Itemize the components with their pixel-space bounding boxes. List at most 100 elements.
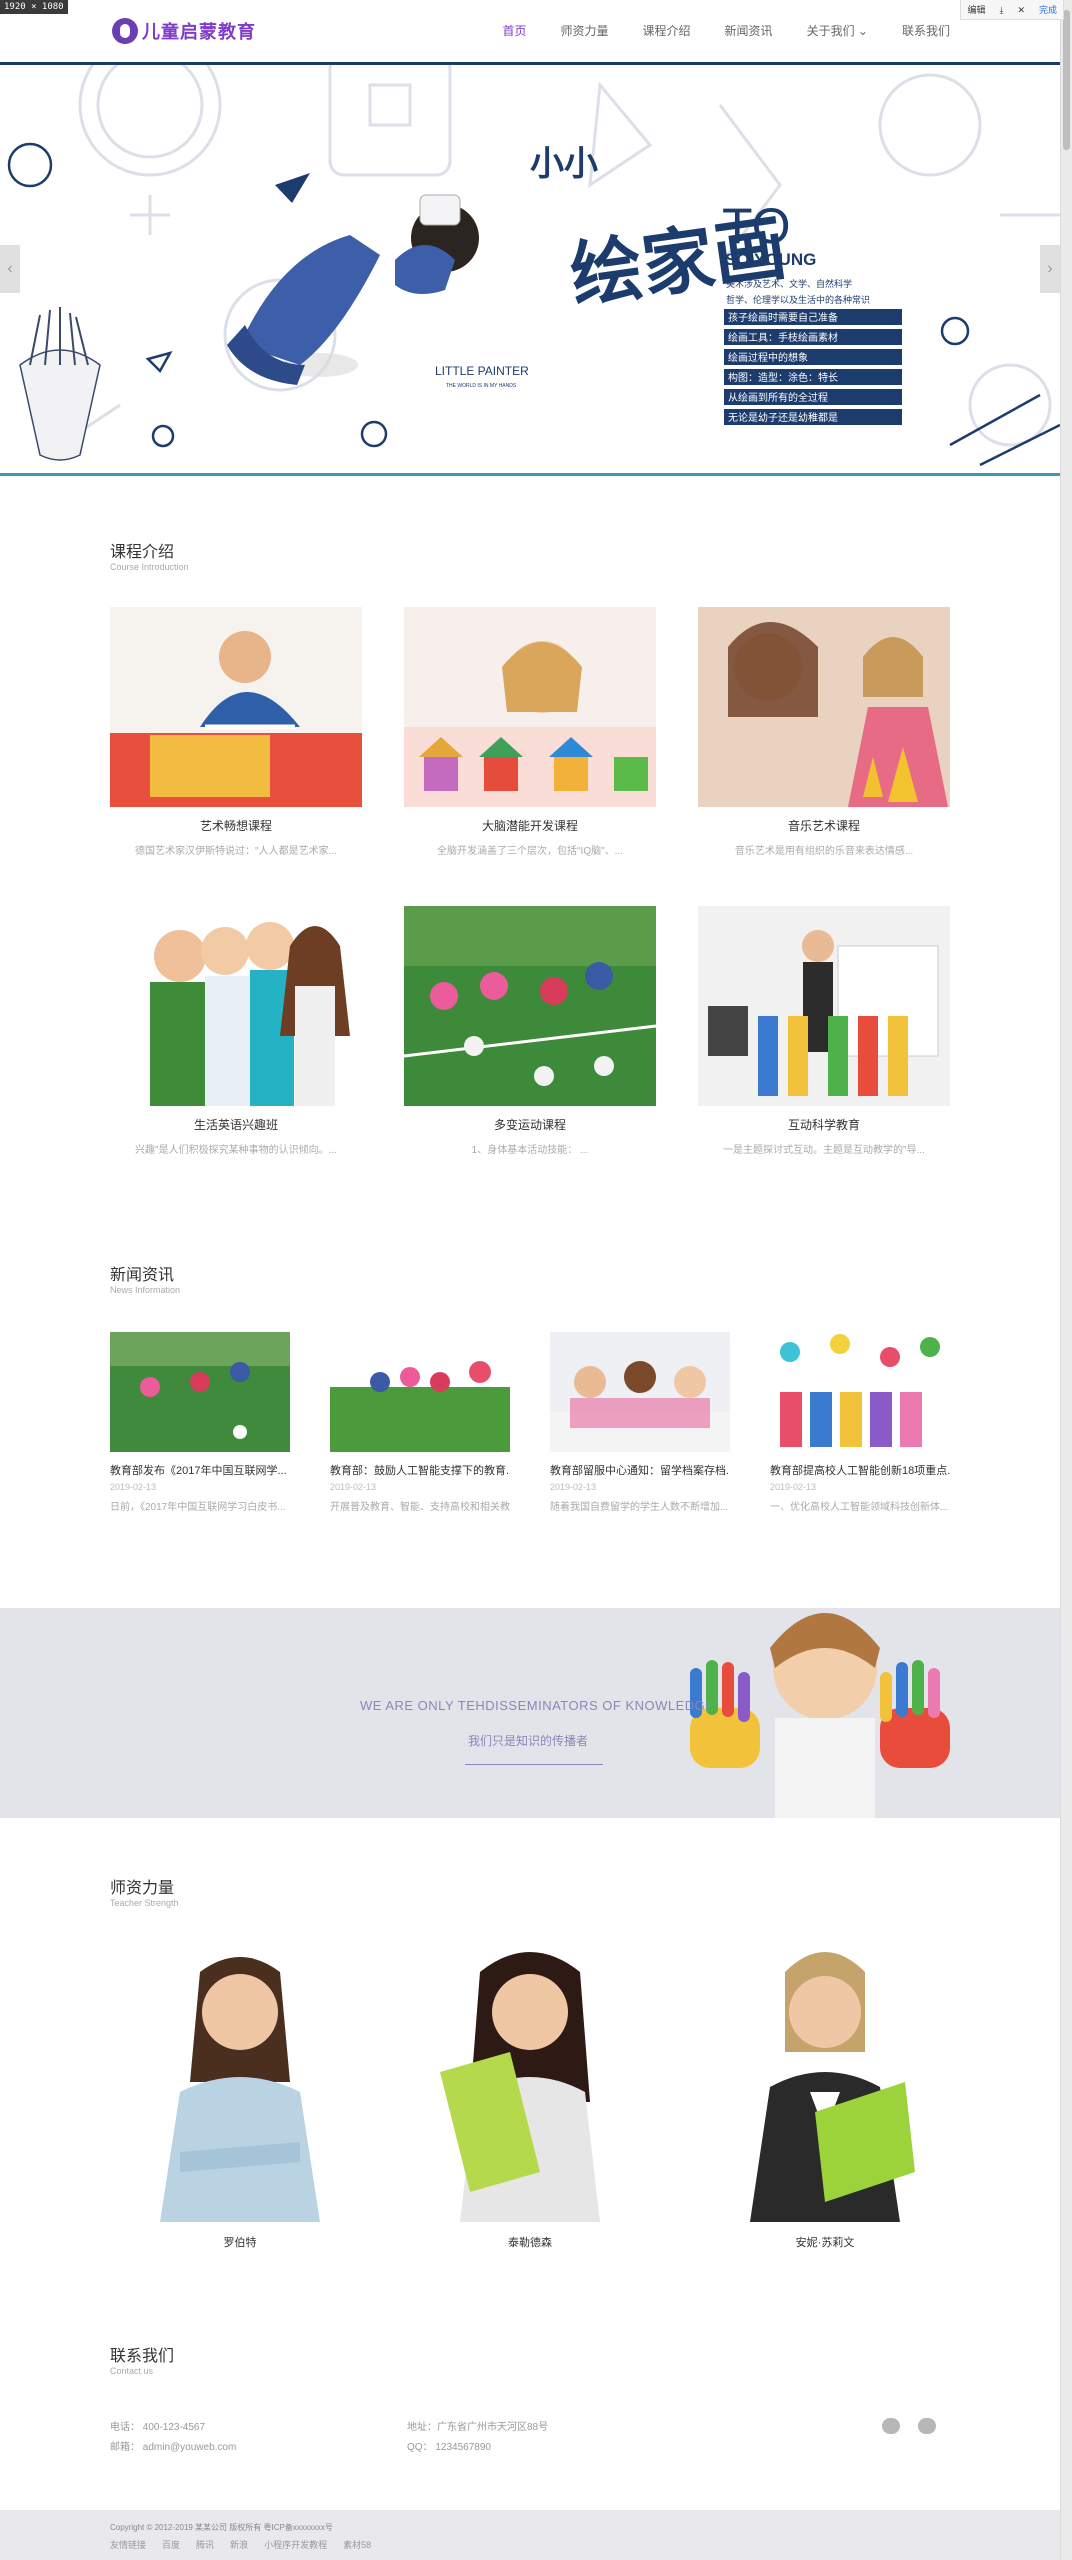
footer-link-miniprogram[interactable]: 小程序开发教程: [264, 2538, 327, 2551]
news-image[interactable]: [770, 1332, 950, 1452]
course-card[interactable]: 大脑潜能开发课程 全脑开发涵盖了三个层次，包括"IQ脑"、...: [404, 607, 656, 857]
hero-to: TO: [722, 198, 791, 254]
courses-title: 课程介绍: [110, 544, 175, 561]
course-image[interactable]: [404, 607, 656, 807]
news-desc: 开展普及教育、智能、支持高校和相关教...: [330, 1502, 510, 1513]
course-card[interactable]: 多变运动课程 1、身体基本活动技能： ...: [404, 906, 656, 1156]
course-card[interactable]: 互动科学教育 一是主题探讨式互动。主题是互动教学的"导...: [698, 906, 950, 1156]
teacher-photo[interactable]: [140, 1942, 340, 2222]
teacher-name: 泰勒德森: [508, 2237, 552, 2249]
news-card[interactable]: 教育部留服中心通知：留学档案存档... 2019-02-13 随着我国自费留学的…: [550, 1332, 730, 1513]
main-nav: 首页 师资力量 课程介绍 新闻资讯 关于我们 ⌄ 联系我们: [503, 22, 951, 39]
scrollbar[interactable]: [1060, 0, 1072, 2560]
course-name: 艺术畅想课程: [199, 819, 272, 833]
dimensions-tag: 1920 × 1080: [0, 0, 68, 14]
contact-address: 地址：广东省广州市天河区88号: [407, 2422, 549, 2433]
qq-icon[interactable]: [882, 2418, 900, 2434]
news-image[interactable]: [330, 1332, 510, 1452]
news-subtitle: News Information: [110, 1285, 181, 1295]
footer-link-tencent[interactable]: 腾讯: [196, 2538, 214, 2551]
news-date: 2019-02-13: [770, 1482, 817, 1492]
news-image[interactable]: [110, 1332, 290, 1452]
hero-poem-line: 无论是幼子还是幼稚都是: [728, 411, 838, 424]
teacher-card[interactable]: 安妮·苏莉文: [725, 1942, 925, 2250]
course-name: 互动科学教育: [787, 1118, 860, 1132]
download-icon[interactable]: ⤓: [993, 0, 1009, 19]
hero-poem-line: 从绘画到所有的全过程: [728, 391, 828, 404]
hero-bottom-rule: [0, 473, 1060, 476]
news-card[interactable]: 教育部发布《2017年中国互联网学... 2019-02-13 日前，《2017…: [110, 1332, 290, 1513]
teacher-card[interactable]: 泰勒德森: [430, 1942, 630, 2250]
teacher-photo[interactable]: [430, 1942, 630, 2222]
wechat-icon[interactable]: [918, 2418, 936, 2434]
teachers-title: 师资力量: [110, 1880, 175, 1897]
teacher-photo[interactable]: [725, 1942, 925, 2222]
contact-title: 联系我们: [110, 2348, 175, 2365]
news-title: 新闻资讯: [110, 1267, 175, 1284]
news-card[interactable]: 教育部提高校人工智能创新18项重点... 2019-02-13 一、优化高校人工…: [770, 1332, 950, 1513]
hero-poem-line: 绘画工具：手枝绘画素材: [728, 331, 838, 344]
site-footer: Copyright © 2012-2019 某某公司 版权所有 粤ICP备xxx…: [0, 2510, 1060, 2560]
footer-link-baidu[interactable]: 百度: [162, 2538, 180, 2551]
courses-subtitle: Course Introduction: [110, 562, 189, 572]
course-desc: 音乐艺术是用有组织的乐音来表达情感...: [734, 846, 914, 857]
logo-text: 儿童启蒙教育: [142, 22, 256, 42]
nav-teachers[interactable]: 师资力量: [561, 22, 609, 39]
footer-link-sina[interactable]: 新浪: [230, 2538, 248, 2551]
news-date: 2019-02-13: [330, 1482, 377, 1492]
hero-little-painter: LITTLE PAINTER: [435, 364, 529, 378]
course-image[interactable]: [110, 906, 362, 1106]
teacher-name: 罗伯特: [223, 2237, 257, 2249]
logo[interactable]: 儿童启蒙教育: [112, 18, 256, 44]
done-button[interactable]: 完成: [1033, 0, 1063, 19]
hero-poem-line: 构图：造型：涂色：特长: [728, 371, 838, 384]
banner-english-text: WE ARE ONLY TEHDISSEMINATORS OF KNOWLEDG…: [360, 1698, 715, 1713]
news-image[interactable]: [550, 1332, 730, 1452]
news-title-text[interactable]: 教育部提高校人工智能创新18项重点...: [770, 1462, 950, 1478]
nav-contact[interactable]: 联系我们: [902, 22, 950, 39]
nav-news[interactable]: 新闻资讯: [725, 22, 773, 39]
course-image[interactable]: [698, 607, 950, 807]
news-desc: 随着我国自费留学的学生人数不断增加...: [550, 1502, 729, 1513]
nav-about[interactable]: 关于我们 ⌄: [807, 22, 868, 39]
news-date: 2019-02-13: [550, 1482, 597, 1492]
hero-banner: LITTLE PAINTER THE WORLD IS IN MY HANDS …: [0, 62, 1060, 482]
hero-prev-button[interactable]: ‹: [0, 245, 20, 293]
hero-so-young: SO YOUNG: [725, 250, 816, 269]
course-image[interactable]: [404, 906, 656, 1106]
chevron-down-icon: ⌄: [857, 24, 868, 38]
footer-link-sucai58[interactable]: 素材58: [343, 2538, 371, 2551]
news-title-text[interactable]: 教育部发布《2017年中国互联网学...: [110, 1462, 290, 1478]
edit-button[interactable]: 编辑: [961, 0, 991, 19]
scrollbar-thumb[interactable]: [1063, 10, 1070, 150]
teacher-name: 安妮·苏莉文: [795, 2237, 855, 2249]
course-card[interactable]: 艺术畅想课程 德国艺术家汉伊斯特说过："人人都是艺术家...: [110, 607, 362, 857]
course-image[interactable]: [110, 607, 362, 807]
hero-next-button[interactable]: ›: [1040, 245, 1060, 293]
nav-courses[interactable]: 课程介绍: [643, 22, 691, 39]
teachers-subtitle: Teacher Strength: [110, 1898, 179, 1908]
footer-copyright: Copyright © 2012-2019 某某公司 版权所有 粤ICP备xxx…: [110, 2523, 333, 2532]
contact-email[interactable]: 邮箱： admin@youweb.com: [110, 2438, 236, 2453]
course-name: 生活英语兴趣班: [193, 1118, 278, 1132]
close-icon[interactable]: ✕: [1011, 0, 1031, 19]
contact-qq: QQ： 1234567890: [407, 2442, 491, 2453]
course-card[interactable]: 生活英语兴趣班 兴趣"是人们积极探究某种事物的认识倾向。...: [110, 906, 362, 1156]
nav-home[interactable]: 首页: [503, 22, 527, 39]
edit-toolbar: 编辑 ⤓ ✕ 完成: [960, 0, 1064, 20]
news-desc: 一、优化高校人工智能领域科技创新体...: [770, 1502, 949, 1513]
news-card[interactable]: 教育部：鼓励人工智能支撑下的教育... 2019-02-13 开展普及教育、智能…: [330, 1332, 510, 1513]
course-image[interactable]: [698, 906, 950, 1106]
course-name: 大脑潜能开发课程: [481, 819, 578, 833]
course-name: 多变运动课程: [493, 1118, 566, 1132]
teacher-card[interactable]: 罗伯特: [140, 1942, 340, 2250]
course-desc: 1、身体基本活动技能： ...: [471, 1145, 589, 1156]
hero-poem-line: 孩子绘画时需要自己准备: [728, 311, 838, 324]
mission-banner: WE ARE ONLY TEHDISSEMINATORS OF KNOWLEDG…: [0, 1608, 1060, 1818]
course-card[interactable]: 音乐艺术课程 音乐艺术是用有组织的乐音来表达情感...: [698, 607, 950, 857]
contact-subtitle: Contact us: [110, 2366, 154, 2376]
logo-mark-icon: [112, 18, 138, 44]
news-title-text[interactable]: 教育部：鼓励人工智能支撑下的教育...: [330, 1462, 510, 1478]
news-title-text[interactable]: 教育部留服中心通知：留学档案存档...: [550, 1462, 730, 1478]
site-header: 儿童启蒙教育 首页 师资力量 课程介绍 新闻资讯 关于我们 ⌄ 联系我们: [0, 0, 1060, 62]
